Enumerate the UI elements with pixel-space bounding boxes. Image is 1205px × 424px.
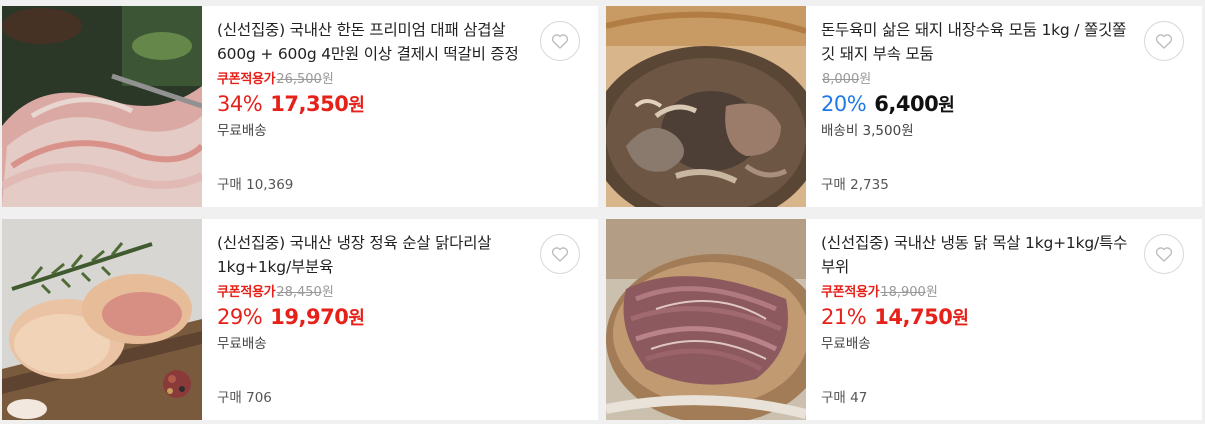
coupon-price-line: 쿠폰적용가26,500원 (217, 71, 532, 88)
shipping-info: 무료배송 (821, 336, 871, 352)
sale-price-value: 6,400 (874, 92, 939, 116)
pork-belly-photo (2, 6, 202, 207)
discount-rate: 34% (217, 92, 263, 116)
original-price-unit: 원 (925, 285, 938, 300)
sale-price-value: 14,750 (874, 305, 953, 329)
purchase-count: 구매 47 (821, 390, 868, 406)
product-card[interactable]: (신선집중) 국내산 냉동 닭 목살 1kg+1kg/특수부위 쿠폰적용가18,… (606, 219, 1202, 420)
original-price-unit: 원 (859, 72, 872, 87)
pork-offal-pot-photo (606, 6, 806, 207)
favorite-button[interactable] (1144, 234, 1184, 274)
product-title[interactable]: (신선집중) 국내산 냉장 정육 순살 닭다리살 1kg+1kg/부분육 (217, 231, 532, 279)
product-card[interactable]: 돈두육미 삶은 돼지 내장수육 모둠 1kg / 쫄깃쫄깃 돼지 부속 모둠 8… (606, 6, 1202, 207)
purchase-count: 구매 2,735 (821, 177, 889, 193)
price-line: 29% 19,970원 (217, 303, 532, 331)
heart-outline-icon (551, 34, 569, 49)
product-image-chicken-neck[interactable] (606, 219, 806, 420)
shipping-info: 무료배송 (217, 123, 267, 139)
coupon-price-line: 쿠폰적용가18,900원 (821, 284, 1136, 301)
heart-outline-icon (1155, 247, 1173, 262)
product-image-chicken-thigh[interactable] (2, 219, 202, 420)
favorite-button[interactable] (540, 21, 580, 61)
sale-price: 14,750원 (874, 305, 969, 329)
sale-price-unit: 원 (348, 308, 365, 329)
sale-price: 6,400원 (874, 92, 955, 116)
price-line: 34% 17,350원 (217, 90, 532, 118)
sale-price: 17,350원 (270, 92, 365, 116)
sale-price-unit: 원 (938, 95, 955, 116)
coupon-label: 쿠폰적용가 (821, 285, 880, 300)
heart-outline-icon (551, 247, 569, 262)
discount-rate: 20% (821, 92, 867, 116)
favorite-button[interactable] (1144, 21, 1184, 61)
original-price: 18,900 (880, 285, 926, 300)
sale-price-unit: 원 (952, 308, 969, 329)
heart-outline-icon (1155, 34, 1173, 49)
favorite-button[interactable] (540, 234, 580, 274)
original-price: 8,000 (822, 72, 860, 87)
chicken-neck-meat-photo (606, 219, 806, 420)
product-image-pork-offal[interactable] (606, 6, 806, 207)
product-title[interactable]: (신선집중) 국내산 냉동 닭 목살 1kg+1kg/특수부위 (821, 231, 1136, 279)
shipping-info: 배송비 3,500원 (821, 123, 914, 139)
original-price: 28,450 (276, 285, 322, 300)
purchase-count: 구매 706 (217, 390, 272, 406)
price-line: 21% 14,750원 (821, 303, 1136, 331)
shipping-info: 무료배송 (217, 336, 267, 352)
coupon-label: 쿠폰적용가 (217, 72, 276, 87)
coupon-price-line: 쿠폰적용가28,450원 (217, 284, 532, 301)
sale-price-value: 19,970 (270, 305, 349, 329)
chicken-thigh-photo (2, 219, 202, 420)
discount-rate: 21% (821, 305, 867, 329)
product-image-pork-belly[interactable] (2, 6, 202, 207)
sale-price: 19,970원 (270, 305, 365, 329)
original-price-unit: 원 (321, 72, 334, 87)
original-price-line: 8,000원 (821, 71, 1136, 88)
product-title[interactable]: 돈두육미 삶은 돼지 내장수육 모둠 1kg / 쫄깃쫄깃 돼지 부속 모둠 (821, 18, 1136, 66)
coupon-label: 쿠폰적용가 (217, 285, 276, 300)
discount-rate: 29% (217, 305, 263, 329)
original-price: 26,500 (276, 72, 322, 87)
original-price-unit: 원 (321, 285, 334, 300)
product-card[interactable]: (신선집중) 국내산 냉장 정육 순살 닭다리살 1kg+1kg/부분육 쿠폰적… (2, 219, 598, 420)
product-title[interactable]: (신선집중) 국내산 한돈 프리미엄 대패 삼겹살 600g + 600g 4만… (217, 18, 532, 66)
price-line: 20% 6,400원 (821, 90, 1136, 118)
sale-price-value: 17,350 (270, 92, 349, 116)
sale-price-unit: 원 (348, 95, 365, 116)
product-card[interactable]: (신선집중) 국내산 한돈 프리미엄 대패 삼겹살 600g + 600g 4만… (2, 6, 598, 207)
purchase-count: 구매 10,369 (217, 177, 294, 193)
